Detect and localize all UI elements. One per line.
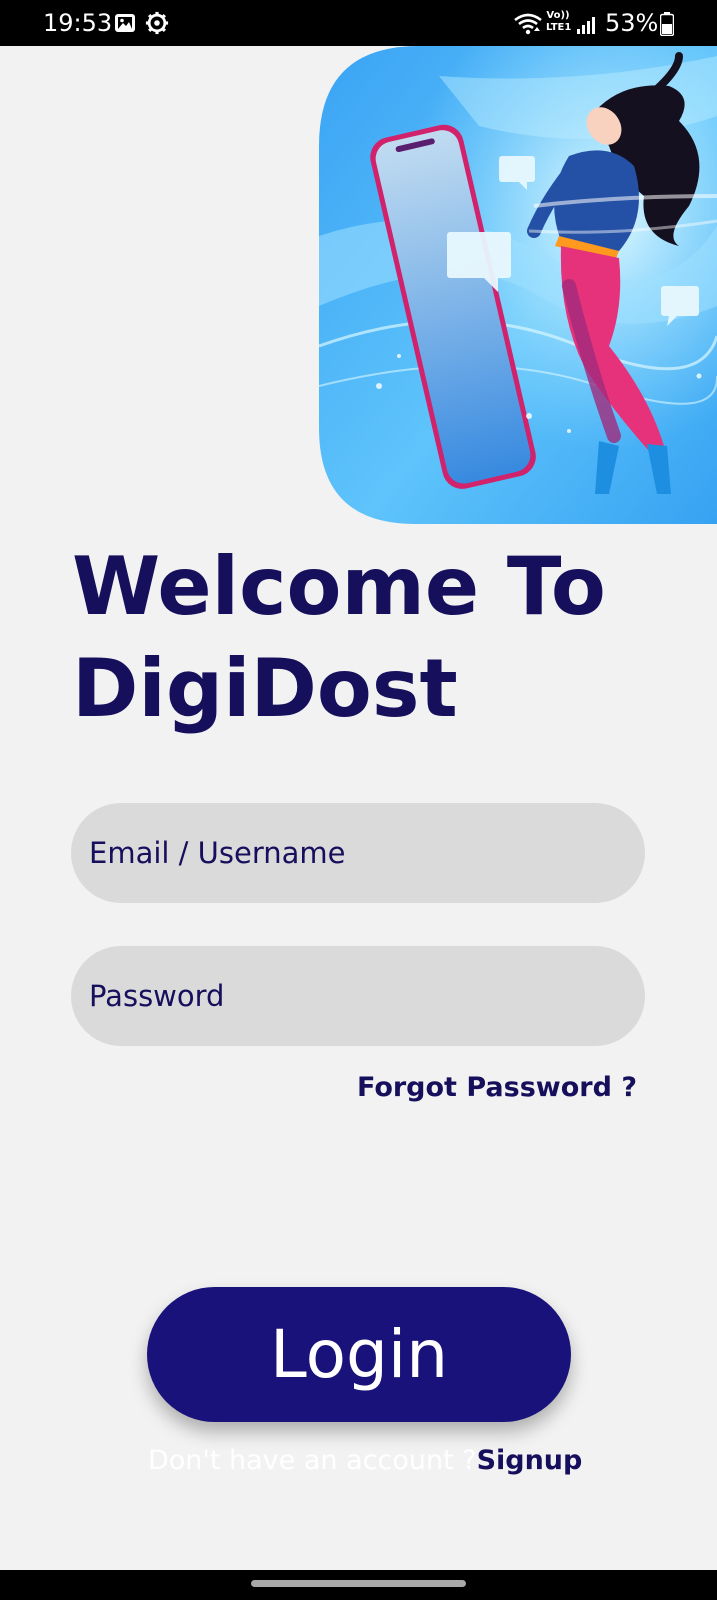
email-input[interactable] bbox=[71, 803, 645, 903]
phone-and-woman-illustration bbox=[319, 46, 717, 524]
password-input[interactable] bbox=[71, 946, 645, 1046]
login-button[interactable]: Login bbox=[147, 1287, 571, 1422]
wifi-icon bbox=[514, 13, 542, 35]
status-bar: 19:53 Vo)) LTE1 53% bbox=[0, 0, 717, 46]
navigation-bar bbox=[0, 1570, 717, 1600]
signup-row: Don't have an account ?Signup bbox=[148, 1445, 582, 1476]
signup-link[interactable]: Signup bbox=[477, 1445, 583, 1476]
battery-icon bbox=[660, 12, 674, 36]
network-label-top: Vo)) bbox=[546, 10, 570, 21]
signal-icon bbox=[577, 17, 595, 34]
status-time: 19:53 bbox=[43, 9, 113, 37]
signup-prompt: Don't have an account ? bbox=[148, 1445, 477, 1476]
forgot-password-link[interactable]: Forgot Password ? bbox=[357, 1072, 637, 1103]
battery-percent: 53% bbox=[605, 9, 659, 37]
welcome-title-line2: DigiDost bbox=[72, 642, 458, 735]
network-label-bottom: LTE1 bbox=[546, 22, 572, 33]
settings-icon bbox=[145, 11, 169, 35]
volte-icon: Vo)) LTE1 bbox=[546, 10, 572, 34]
image-icon bbox=[115, 14, 135, 32]
home-gesture-handle[interactable] bbox=[251, 1580, 466, 1587]
welcome-title: Welcome To DigiDost bbox=[72, 536, 672, 740]
welcome-title-line1: Welcome To bbox=[72, 540, 606, 633]
